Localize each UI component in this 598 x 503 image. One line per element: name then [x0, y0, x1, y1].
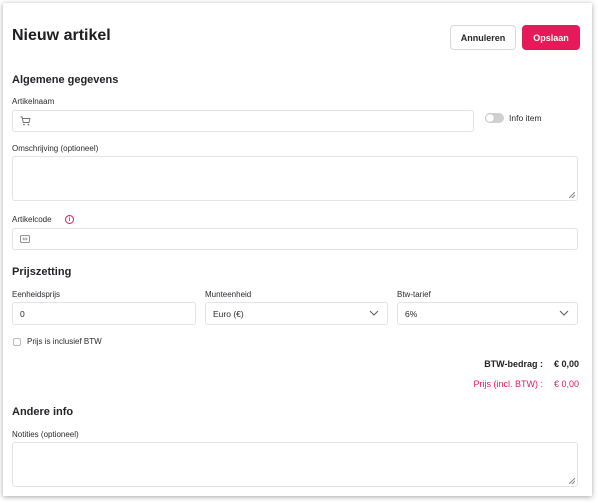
notes-textarea[interactable] — [12, 442, 578, 487]
currency-select[interactable]: Euro (€) — [205, 302, 388, 325]
incl-vat-label: Prijs is inclusief BTW — [27, 337, 102, 346]
currency-label: Munteenheid — [205, 290, 252, 299]
section-title-pricing: Prijszetting — [12, 266, 72, 278]
new-article-form: Nieuw artikel Annuleren Opslaan Algemene… — [3, 3, 592, 496]
section-title-other: Andere info — [12, 406, 74, 418]
info-item-label: Info item — [509, 113, 542, 123]
description-label: Omschrijving (optioneel) — [12, 144, 99, 153]
total-price-value: € 0,00 — [553, 379, 579, 389]
vat-rate-value: 6% — [405, 308, 418, 319]
chevron-down-icon — [559, 309, 569, 319]
article-code-input[interactable] — [12, 228, 578, 250]
unit-price-value: 0 — [20, 308, 25, 319]
vat-rate-select[interactable]: 6% — [397, 302, 578, 325]
vat-amount-label: BTW-bedrag : — [484, 359, 543, 369]
save-button[interactable]: Opslaan — [522, 25, 580, 50]
notes-label: Notities (optioneel) — [12, 430, 79, 439]
cancel-button[interactable]: Annuleren — [450, 25, 516, 50]
total-price-label: Prijs (incl. BTW) : — [473, 379, 544, 389]
vat-rate-label: Btw-tarief — [397, 290, 431, 299]
page-title: Nieuw artikel — [12, 27, 111, 44]
article-name-label: Artikelnaam — [12, 97, 55, 106]
toggle-knob — [486, 114, 494, 122]
resize-handle[interactable] — [569, 192, 575, 198]
incl-vat-checkbox[interactable] — [13, 338, 21, 346]
cart-icon — [20, 116, 31, 126]
info-item-toggle[interactable] — [485, 113, 504, 123]
currency-value: Euro (€) — [213, 308, 244, 319]
info-icon[interactable]: i — [65, 215, 74, 224]
barcode-icon — [20, 234, 30, 244]
description-textarea[interactable] — [12, 156, 578, 201]
article-code-label: Artikelcode — [12, 215, 52, 224]
section-title-general: Algemene gegevens — [12, 74, 119, 86]
resize-handle[interactable] — [569, 478, 575, 484]
article-name-input[interactable] — [12, 110, 474, 132]
vat-amount-value: € 0,00 — [553, 359, 579, 369]
unit-price-label: Eenheidsprijs — [12, 290, 61, 299]
unit-price-input[interactable]: 0 — [12, 302, 196, 325]
chevron-down-icon — [369, 309, 379, 319]
